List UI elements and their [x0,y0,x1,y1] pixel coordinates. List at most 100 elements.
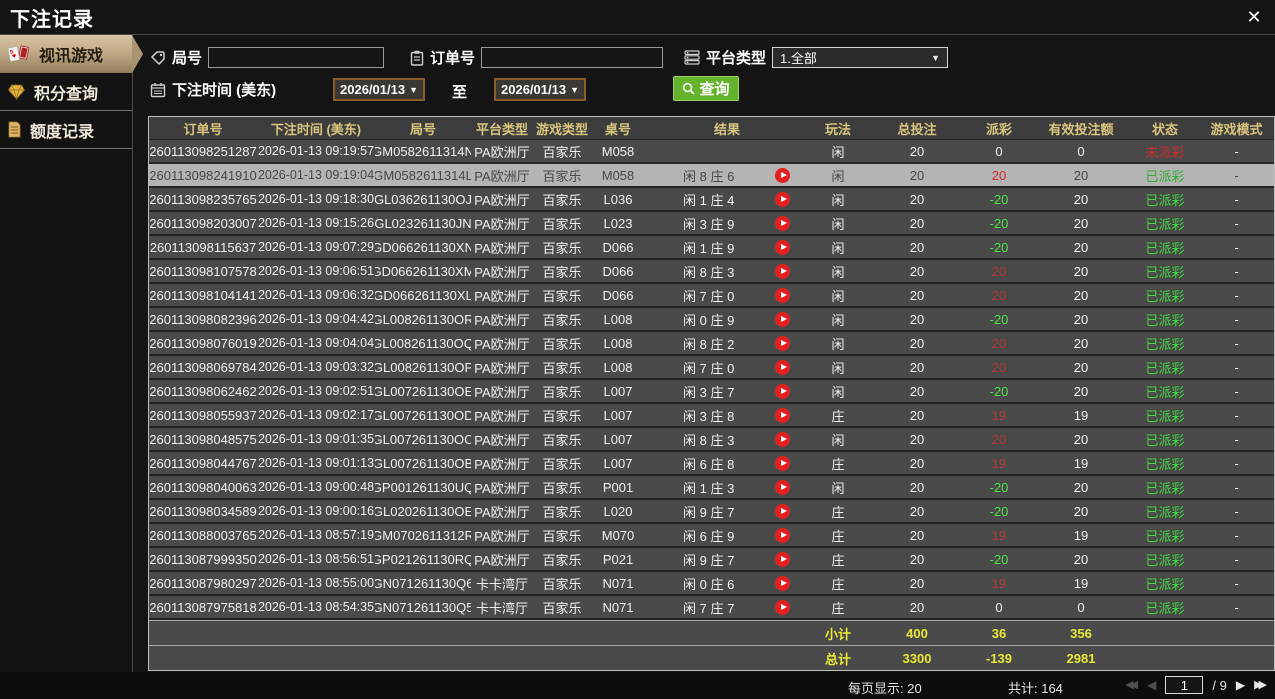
cell-valid: 20 [1073,551,1089,567]
column-header-gtype: 游戏类型 [535,121,588,137]
next-page-icon[interactable]: ▶ [1236,676,1245,694]
play-video-icon[interactable] [775,455,790,471]
query-button[interactable]: 查询 [673,76,739,101]
play-video-icon[interactable] [775,215,790,231]
play-video-icon[interactable] [775,167,790,183]
cell-time: 2026-01-13 09:07:29 [257,240,375,254]
table-row[interactable]: 260113098241910 2026-01-13 09:19:04 GM0582… [149,164,1274,188]
play-video-icon[interactable] [775,287,790,303]
result-text: 闲 1 庄 4 [683,192,735,208]
cell-order: 260113098107578 [149,263,257,279]
result-text: 闲 1 庄 9 [683,240,735,256]
round-number-input[interactable] [208,47,385,68]
cell-time: 2026-01-13 09:18:30 [257,192,375,206]
cell-tableno: M058 [601,167,635,183]
result-text: 闲 9 庄 7 [683,504,735,520]
last-page-icon[interactable]: ▶▶ [1254,676,1267,694]
table-row[interactable]: 260113087980297 2026-01-13 08:55:00 GN0712… [149,572,1274,596]
table-row[interactable]: 260113098235765 2026-01-13 09:18:30 GL0362… [149,188,1274,212]
table-row[interactable]: 260113098034589 2026-01-13 09:00:16 GL0202… [149,500,1274,524]
result-text: 闲 7 庄 7 [683,600,735,616]
cell-play: 庄 [831,456,845,472]
cell-gtype: 百家乐 [542,216,582,232]
play-video-icon[interactable] [775,359,790,375]
play-video-icon[interactable] [775,311,790,327]
cell-tableno: L023 [603,215,633,231]
date-from-picker[interactable]: 2026/01/13 ▼ [333,78,425,101]
play-video-icon[interactable] [775,335,790,351]
date-to-picker[interactable]: 2026/01/13 ▼ [494,78,586,101]
cell-play: 闲 [831,240,845,256]
table-row[interactable]: 260113098048575 2026-01-13 09:01:35 GL0072… [149,428,1274,452]
play-video-icon[interactable] [775,383,790,399]
play-video-icon[interactable] [775,527,790,543]
cell-valid: 19 [1073,575,1089,591]
pagination-bar: 每页显示: 20 共计: 164 ◀◀ ◀ / 9 ▶ ▶▶ [0,672,1275,699]
sidebar-item-label: 视讯游戏 [39,47,104,65]
result-text: 闲 7 庄 0 [683,360,735,376]
play-video-icon[interactable] [775,575,790,591]
table-row[interactable]: 260113098055937 2026-01-13 09:02:17 GL0072… [149,404,1274,428]
platform-selected-value: 1.全部 [780,51,817,66]
cell-order: 260113098203007 [149,215,257,231]
play-video-icon[interactable] [775,263,790,279]
play-video-icon[interactable] [775,599,790,615]
table-row[interactable]: 260113098107578 2026-01-13 09:06:51 GD0662… [149,260,1274,284]
cell-play: 庄 [831,600,845,616]
table-row[interactable]: 260113098076019 2026-01-13 09:04:04 GL0082… [149,332,1274,356]
play-video-icon[interactable] [775,551,790,567]
play-video-icon[interactable] [775,407,790,423]
cell-platform: 卡卡湾厅 [475,576,528,592]
sidebar-item-points-query[interactable]: 积分查询 [0,73,132,111]
cell-play: 闲 [831,264,845,280]
page-number-input[interactable] [1165,676,1204,694]
subtotal-platform [471,621,533,645]
cell-payout: 20 [991,335,1007,351]
table-row[interactable]: 260113098115637 2026-01-13 09:07:29 GD0662… [149,236,1274,260]
cell-platform: PA欧洲厅 [474,360,530,376]
first-page-icon[interactable]: ◀◀ [1125,676,1138,694]
cell-round: GL007261130OE [375,383,471,399]
table-row[interactable]: 260113098251287 2026-01-13 09:19:57 GM0582… [149,140,1274,164]
table-row[interactable]: 260113098203007 2026-01-13 09:15:26 GL0232… [149,212,1274,236]
play-video-icon[interactable] [775,191,790,207]
column-header-status: 状态 [1151,121,1178,137]
table-row[interactable]: 260113098044767 2026-01-13 09:01:13 GL0072… [149,452,1274,476]
table-row[interactable]: 260113098062462 2026-01-13 09:02:51 GL0072… [149,380,1274,404]
result-text: 闲 0 庄 6 [683,576,735,592]
table-row[interactable]: 260113098069784 2026-01-13 09:03:32 GL0082… [149,356,1274,380]
close-icon[interactable]: ✕ [1243,6,1265,28]
table-row[interactable]: 260113088003765 2026-01-13 08:57:19 GM0702… [149,524,1274,548]
cell-valid: 20 [1073,311,1089,327]
diamond-icon [7,84,26,100]
result-text: 闲 9 庄 7 [683,552,735,568]
play-video-icon[interactable] [775,431,790,447]
platform-type-select[interactable]: 1.全部 ▼ [772,47,949,68]
table-row[interactable]: 260113098104141 2026-01-13 09:06:32 GD0662… [149,284,1274,308]
sidebar-item-video-games[interactable]: 9 视讯游戏 [0,35,132,73]
cell-mode: - [1234,239,1239,255]
grand-total-tableno [591,646,645,670]
cell-result: 闲 9 庄 7 [645,548,809,570]
prev-page-icon[interactable]: ◀ [1147,676,1156,694]
cell-time: 2026-01-13 08:55:00 [257,576,375,590]
table-row[interactable]: 260113098040063 2026-01-13 09:00:48 GP0012… [149,476,1274,500]
play-video-icon[interactable] [775,479,790,495]
play-video-icon[interactable] [775,239,790,255]
table-row[interactable]: 260113087999350 2026-01-13 08:56:51 GP0212… [149,548,1274,572]
cell-round: GD066261130XL [375,287,471,303]
cell-tableno: M058 [601,143,635,159]
order-number-input[interactable] [481,47,664,68]
subtotal-total: 400 [906,625,928,641]
order-number-label: 订单号 [430,50,476,67]
table-row[interactable]: 260113098082396 2026-01-13 09:04:42 GL0082… [149,308,1274,332]
sidebar-item-quota-records[interactable]: 额度记录 [0,111,132,149]
chevron-down-icon: ▼ [409,84,418,95]
cell-status: 已派彩 [1145,360,1185,376]
cell-platform: PA欧洲厅 [474,552,530,568]
play-video-icon[interactable] [775,503,790,519]
cell-status: 已派彩 [1145,552,1185,568]
cell-result: 闲 0 庄 9 [645,308,809,330]
cell-order: 260113088003765 [149,527,257,543]
table-row[interactable]: 260113087975818 2026-01-13 08:54:35 GN0712… [149,596,1274,620]
